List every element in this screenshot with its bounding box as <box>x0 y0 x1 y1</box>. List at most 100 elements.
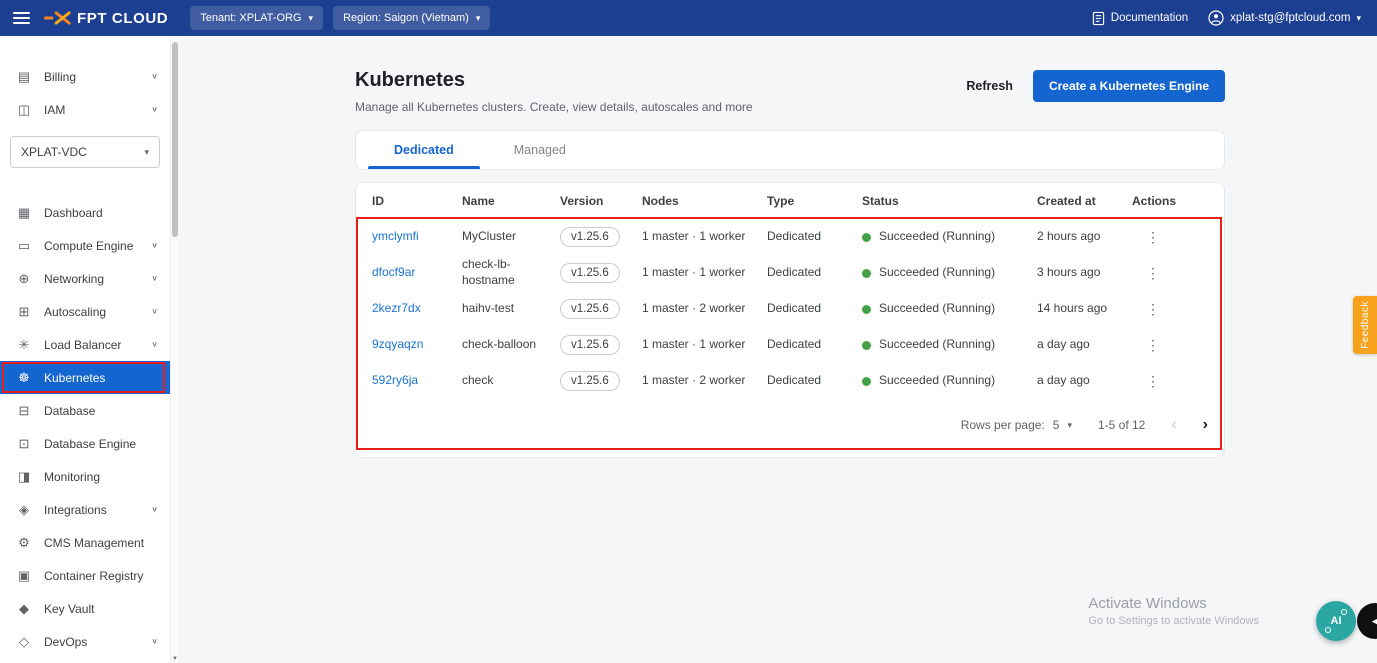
cluster-status: Succeeded (Running) <box>879 229 995 245</box>
table-header-row: IDNameVersionNodesTypeStatusCreated atAc… <box>372 183 1208 219</box>
cluster-type: Dedicated <box>767 229 862 245</box>
row-actions-kebab-icon[interactable]: ⋮ <box>1138 371 1168 391</box>
chevron-down-icon: ∨ <box>151 505 158 514</box>
column-header: Actions <box>1132 194 1210 208</box>
column-header: Status <box>862 194 1037 208</box>
menu-icon[interactable] <box>13 9 30 27</box>
sidebar-item-networking[interactable]: ⊕ Networking ∨ <box>0 262 170 295</box>
sidebar-scrollbar[interactable]: ▼ <box>170 36 178 663</box>
chevron-down-icon: ∨ <box>151 340 158 349</box>
sidebar-item-label: Database <box>44 404 158 418</box>
sidebar-item-label: Billing <box>44 70 139 84</box>
chevron-down-icon: ∨ <box>151 72 158 81</box>
region-label: Region: Saigon (Vietnam) <box>343 12 469 24</box>
chevron-down-icon: ∨ <box>151 307 158 316</box>
column-header: Created at <box>1037 194 1132 208</box>
create-kubernetes-engine-button[interactable]: Create a Kubernetes Engine <box>1033 70 1225 102</box>
caret-down-icon: ▾ <box>1356 14 1361 23</box>
sidebar-item-database[interactable]: ⊟ Database <box>0 394 170 427</box>
sidebar-item-autoscaling[interactable]: ⊞ Autoscaling ∨ <box>0 295 170 328</box>
app-body: ▤ Billing ∨ ◫ IAM ∨ XPLAT-VDC ▾ ▦ Dashbo… <box>0 36 1377 663</box>
cluster-status: Succeeded (Running) <box>879 265 995 281</box>
sidebar-item-compute-engine[interactable]: ▭ Compute Engine ∨ <box>0 229 170 262</box>
watermark-subtitle: Go to Settings to activate Windows <box>1088 615 1259 627</box>
billing-icon: ▤ <box>16 69 32 85</box>
account-email: xplat-stg@fptcloud.com <box>1230 12 1350 24</box>
tenant-label: Tenant: XPLAT-ORG <box>200 12 301 24</box>
iam-icon: ◫ <box>16 102 32 118</box>
pagination-range: 1-5 of 12 <box>1098 418 1145 432</box>
account-menu[interactable]: xplat-stg@fptcloud.com ▾ <box>1208 10 1361 26</box>
fpt-logo-mark <box>44 10 72 26</box>
sidebar-item-container-registry[interactable]: ▣ Container Registry <box>0 559 170 592</box>
database-engine-icon: ⊡ <box>16 436 32 452</box>
page-title: Kubernetes <box>355 68 753 92</box>
sidebar-item-monitoring[interactable]: ◨ Monitoring <box>0 460 170 493</box>
sidebar-item-iam[interactable]: ◫ IAM ∨ <box>0 93 170 126</box>
status-dot-icon <box>862 305 871 314</box>
chevron-down-icon: ∨ <box>151 274 158 283</box>
tenant-selector[interactable]: Tenant: XPLAT-ORG ▾ <box>190 6 323 30</box>
sidebar-item-billing[interactable]: ▤ Billing ∨ <box>0 60 170 93</box>
cluster-id-link[interactable]: 592ry6ja <box>372 373 418 387</box>
topbar-right: Documentation xplat-stg@fptcloud.com ▾ <box>1092 10 1377 26</box>
next-page-button[interactable]: › <box>1203 417 1208 433</box>
tab-managed[interactable]: Managed <box>484 131 596 169</box>
sidebar-item-label: Database Engine <box>44 437 158 451</box>
ai-label: AI <box>1331 615 1342 627</box>
refresh-button[interactable]: Refresh <box>966 79 1013 93</box>
sidebar-item-database-engine[interactable]: ⊡ Database Engine <box>0 427 170 460</box>
table-row: ymclymfi MyCluster v1.25.6 1 master · 1 … <box>372 219 1208 255</box>
cluster-nodes: 1 master · 1 worker <box>642 265 767 281</box>
cluster-name: MyCluster <box>462 229 560 245</box>
row-actions-kebab-icon[interactable]: ⋮ <box>1138 299 1168 319</box>
previous-page-button[interactable]: ‹ <box>1171 417 1176 433</box>
cluster-created-at: 3 hours ago <box>1037 265 1132 281</box>
tab-dedicated[interactable]: Dedicated <box>364 131 484 169</box>
windows-activation-watermark: Activate Windows Go to Settings to activ… <box>1088 595 1259 627</box>
cluster-id-link[interactable]: 9zqyaqzn <box>372 337 423 351</box>
cluster-status: Succeeded (Running) <box>879 301 995 317</box>
ai-assistant-button[interactable]: AI <box>1316 601 1356 641</box>
feedback-label: Feedback <box>1360 301 1371 349</box>
table-row: 2kezr7dx haihv-test v1.25.6 1 master · 2… <box>372 291 1208 327</box>
sidebar-item-kubernetes[interactable]: ☸ Kubernetes <box>0 361 170 394</box>
load-balancer-icon: ✳ <box>16 337 32 353</box>
caret-down-icon: ▾ <box>144 148 149 157</box>
cluster-id-link[interactable]: dfocf9ar <box>372 265 415 279</box>
sidebar-item-cms-management[interactable]: ⚙ CMS Management <box>0 526 170 559</box>
version-badge: v1.25.6 <box>560 299 620 319</box>
version-badge: v1.25.6 <box>560 227 620 247</box>
sidebar-item-label: Monitoring <box>44 470 158 484</box>
sidebar-item-integrations[interactable]: ◈ Integrations ∨ <box>0 493 170 526</box>
sidebar-item-label: Networking <box>44 272 139 286</box>
vdc-selected-value: XPLAT-VDC <box>21 145 87 159</box>
sidebar-item-dashboard[interactable]: ▦ Dashboard <box>0 196 170 229</box>
status-dot-icon <box>862 233 871 242</box>
cluster-created-at: a day ago <box>1037 373 1132 389</box>
row-actions-kebab-icon[interactable]: ⋮ <box>1138 335 1168 355</box>
row-actions-kebab-icon[interactable]: ⋮ <box>1138 227 1168 247</box>
cluster-id-link[interactable]: 2kezr7dx <box>372 301 421 315</box>
feedback-tab[interactable]: Feedback <box>1353 296 1377 354</box>
sidebar-item-label: Dashboard <box>44 206 158 220</box>
sidebar-item-key-vault[interactable]: ◆ Key Vault <box>0 592 170 625</box>
region-selector[interactable]: Region: Saigon (Vietnam) ▾ <box>333 6 490 30</box>
cluster-name: check-balloon <box>462 337 560 353</box>
sidebar-item-load-balancer[interactable]: ✳ Load Balancer ∨ <box>0 328 170 361</box>
devops-icon: ◇ <box>16 634 32 650</box>
sidebar-item-label: Kubernetes <box>44 371 158 385</box>
sidebar-item-devops[interactable]: ◇ DevOps ∨ <box>0 625 170 658</box>
vdc-selector[interactable]: XPLAT-VDC ▾ <box>10 136 160 168</box>
sidebar-item-label: Container Registry <box>44 569 158 583</box>
documentation-link[interactable]: Documentation <box>1092 11 1188 26</box>
sidebar: ▤ Billing ∨ ◫ IAM ∨ XPLAT-VDC ▾ ▦ Dashbo… <box>0 36 170 663</box>
cluster-id-link[interactable]: ymclymfi <box>372 229 419 243</box>
version-badge: v1.25.6 <box>560 263 620 283</box>
rows-per-page-select[interactable]: Rows per page: 5 ▾ <box>961 418 1072 432</box>
chevron-down-icon: ∨ <box>151 637 158 646</box>
dashboard-icon: ▦ <box>16 205 32 221</box>
sidebar-item-label: DevOps <box>44 635 139 649</box>
row-actions-kebab-icon[interactable]: ⋮ <box>1138 263 1168 283</box>
status-dot-icon <box>862 377 871 386</box>
